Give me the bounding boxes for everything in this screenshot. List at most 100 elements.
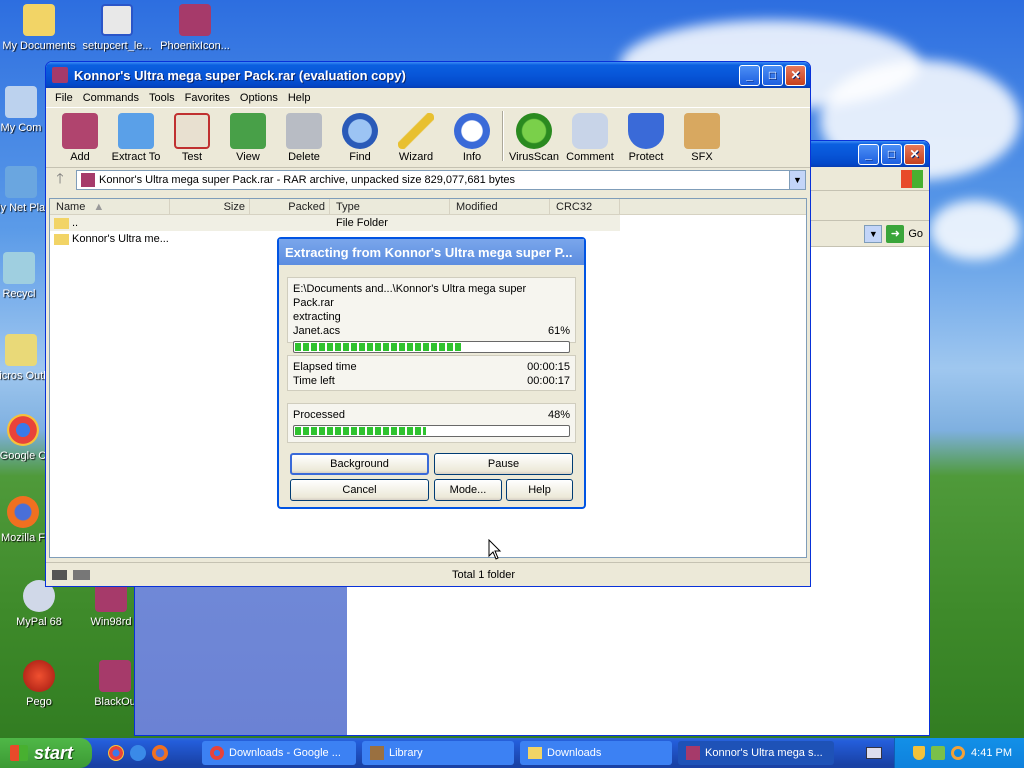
firefox-icon: [7, 496, 39, 528]
mode-button[interactable]: Mode...: [434, 479, 502, 501]
maximize-button[interactable]: □: [881, 143, 902, 165]
menu-file[interactable]: File: [50, 92, 78, 104]
view-button[interactable]: View: [220, 113, 276, 163]
time-group: Elapsed time 00:00:15 Time left 00:00:17: [287, 355, 576, 391]
address-dropdown[interactable]: ▼: [864, 224, 883, 243]
minimize-button[interactable]: _: [858, 143, 879, 165]
keyboard-icon[interactable]: [866, 747, 882, 759]
action-label: extracting: [293, 311, 341, 323]
col-packed[interactable]: Packed: [250, 199, 330, 214]
extract-to-button[interactable]: Extract To: [108, 113, 164, 163]
test-clipboard-icon: [174, 113, 210, 149]
start-button[interactable]: start: [0, 738, 92, 768]
menu-favorites[interactable]: Favorites: [180, 92, 235, 104]
protect-button[interactable]: Protect: [618, 113, 674, 163]
virusscan-button[interactable]: VirusScan: [506, 113, 562, 163]
file-progress-group: E:\Documents and...\Konnor's Ultra mega …: [287, 277, 576, 353]
pego-icon: [23, 660, 55, 692]
folder-icon: [54, 233, 69, 245]
task-winrar[interactable]: Konnor's Ultra mega s...: [678, 741, 834, 765]
menu-tools[interactable]: Tools: [144, 92, 180, 104]
magic-wand-icon: [398, 113, 434, 149]
cancel-button[interactable]: Cancel: [290, 479, 429, 501]
taskbar: start Downloads - Google ... Library Dow…: [0, 738, 1024, 768]
info-button[interactable]: Info: [444, 113, 500, 163]
current-file: Janet.acs: [293, 325, 341, 337]
pause-button[interactable]: Pause: [434, 453, 573, 475]
view-book-icon: [230, 113, 266, 149]
toolbar-separator: [502, 111, 504, 161]
close-button[interactable]: ✕: [904, 143, 925, 165]
delete-button[interactable]: Delete: [276, 113, 332, 163]
network-icon: [5, 166, 37, 198]
extract-dialog[interactable]: Extracting from Konnor's Ultra mega supe…: [277, 237, 586, 509]
maximize-button[interactable]: □: [762, 64, 783, 86]
add-button[interactable]: Add: [52, 113, 108, 163]
background-button[interactable]: Background: [290, 453, 429, 475]
trash-icon: [286, 113, 322, 149]
go-arrow-icon: ➜: [886, 224, 905, 243]
desktop-icon-my-documents[interactable]: My Documents: [0, 4, 78, 52]
internet-explorer-icon[interactable]: [130, 745, 146, 761]
status-bar: Total 1 folder: [46, 562, 810, 586]
up-arrow-icon[interactable]: 🡑: [50, 168, 70, 192]
add-archive-icon: [62, 113, 98, 149]
comment-button[interactable]: Comment: [562, 113, 618, 163]
windows-logo-icon: [901, 169, 923, 188]
winrar-titlebar[interactable]: Konnor's Ultra mega super Pack.rar (eval…: [46, 62, 810, 88]
test-button[interactable]: Test: [164, 113, 220, 163]
column-headers: Name ▲ Size Packed Type Modified CRC32: [50, 199, 806, 215]
search-tray-icon[interactable]: [951, 746, 966, 760]
windows-flag-icon: [10, 745, 28, 761]
drive-key-icon: [52, 569, 90, 580]
address-field[interactable]: Konnor's Ultra mega super Pack.rar - RAR…: [76, 170, 806, 190]
file-progress-bar: [293, 341, 570, 353]
quick-launch: [108, 745, 168, 761]
menu-commands[interactable]: Commands: [78, 92, 144, 104]
desktop-icon-setupcert[interactable]: setupcert_le...: [78, 4, 156, 52]
clock: 4:41 PM: [971, 747, 1012, 759]
find-button[interactable]: Find: [332, 113, 388, 163]
window-icon: [101, 4, 133, 36]
extract-dialog-title[interactable]: Extracting from Konnor's Ultra mega supe…: [279, 239, 584, 265]
security-shield-icon[interactable]: [913, 746, 926, 760]
network-tray-icon[interactable]: [931, 746, 946, 760]
col-modified[interactable]: Modified: [450, 199, 550, 214]
info-icon: [454, 113, 490, 149]
time-left: 00:00:17: [527, 375, 570, 387]
chrome-icon[interactable]: [108, 745, 124, 761]
menubar: File Commands Tools Favorites Options He…: [46, 88, 810, 108]
address-dropdown-icon[interactable]: ▼: [789, 171, 805, 189]
desktop-icon-phoenixicon[interactable]: PhoenixIcon...: [156, 4, 234, 52]
desktop-icon-pego[interactable]: Pego: [0, 660, 78, 708]
wizard-button[interactable]: Wizard: [388, 113, 444, 163]
menu-help[interactable]: Help: [283, 92, 316, 104]
col-name[interactable]: Name ▲: [50, 199, 170, 214]
help-button[interactable]: Help: [506, 479, 573, 501]
virus-icon: [516, 113, 552, 149]
minimize-button[interactable]: _: [739, 64, 760, 86]
task-downloads-folder[interactable]: Downloads: [520, 741, 672, 765]
sfx-button[interactable]: SFX: [674, 113, 730, 163]
col-size[interactable]: Size: [170, 199, 250, 214]
winrar-icon: [99, 660, 131, 692]
winrar-icon: [179, 4, 211, 36]
col-crc32[interactable]: CRC32: [550, 199, 620, 214]
extract-folder-icon: [118, 113, 154, 149]
total-progress-fill: [295, 427, 427, 435]
col-type[interactable]: Type: [330, 199, 450, 214]
menu-options[interactable]: Options: [235, 92, 283, 104]
library-icon: [370, 746, 384, 760]
firefox-icon[interactable]: [152, 745, 168, 761]
close-button[interactable]: ✕: [785, 64, 806, 86]
processed-percent: 48%: [547, 409, 570, 421]
table-row[interactable]: .. File Folder: [50, 215, 620, 231]
go-button[interactable]: ➜ Go: [886, 224, 923, 243]
task-library[interactable]: Library: [362, 741, 514, 765]
chrome-icon: [7, 414, 39, 446]
winrar-icon: [52, 67, 68, 83]
desktop-icon-mypal[interactable]: MyPal 68: [0, 580, 78, 628]
magnifier-icon: [342, 113, 378, 149]
task-downloads-chrome[interactable]: Downloads - Google ...: [202, 741, 356, 765]
sfx-box-icon: [684, 113, 720, 149]
